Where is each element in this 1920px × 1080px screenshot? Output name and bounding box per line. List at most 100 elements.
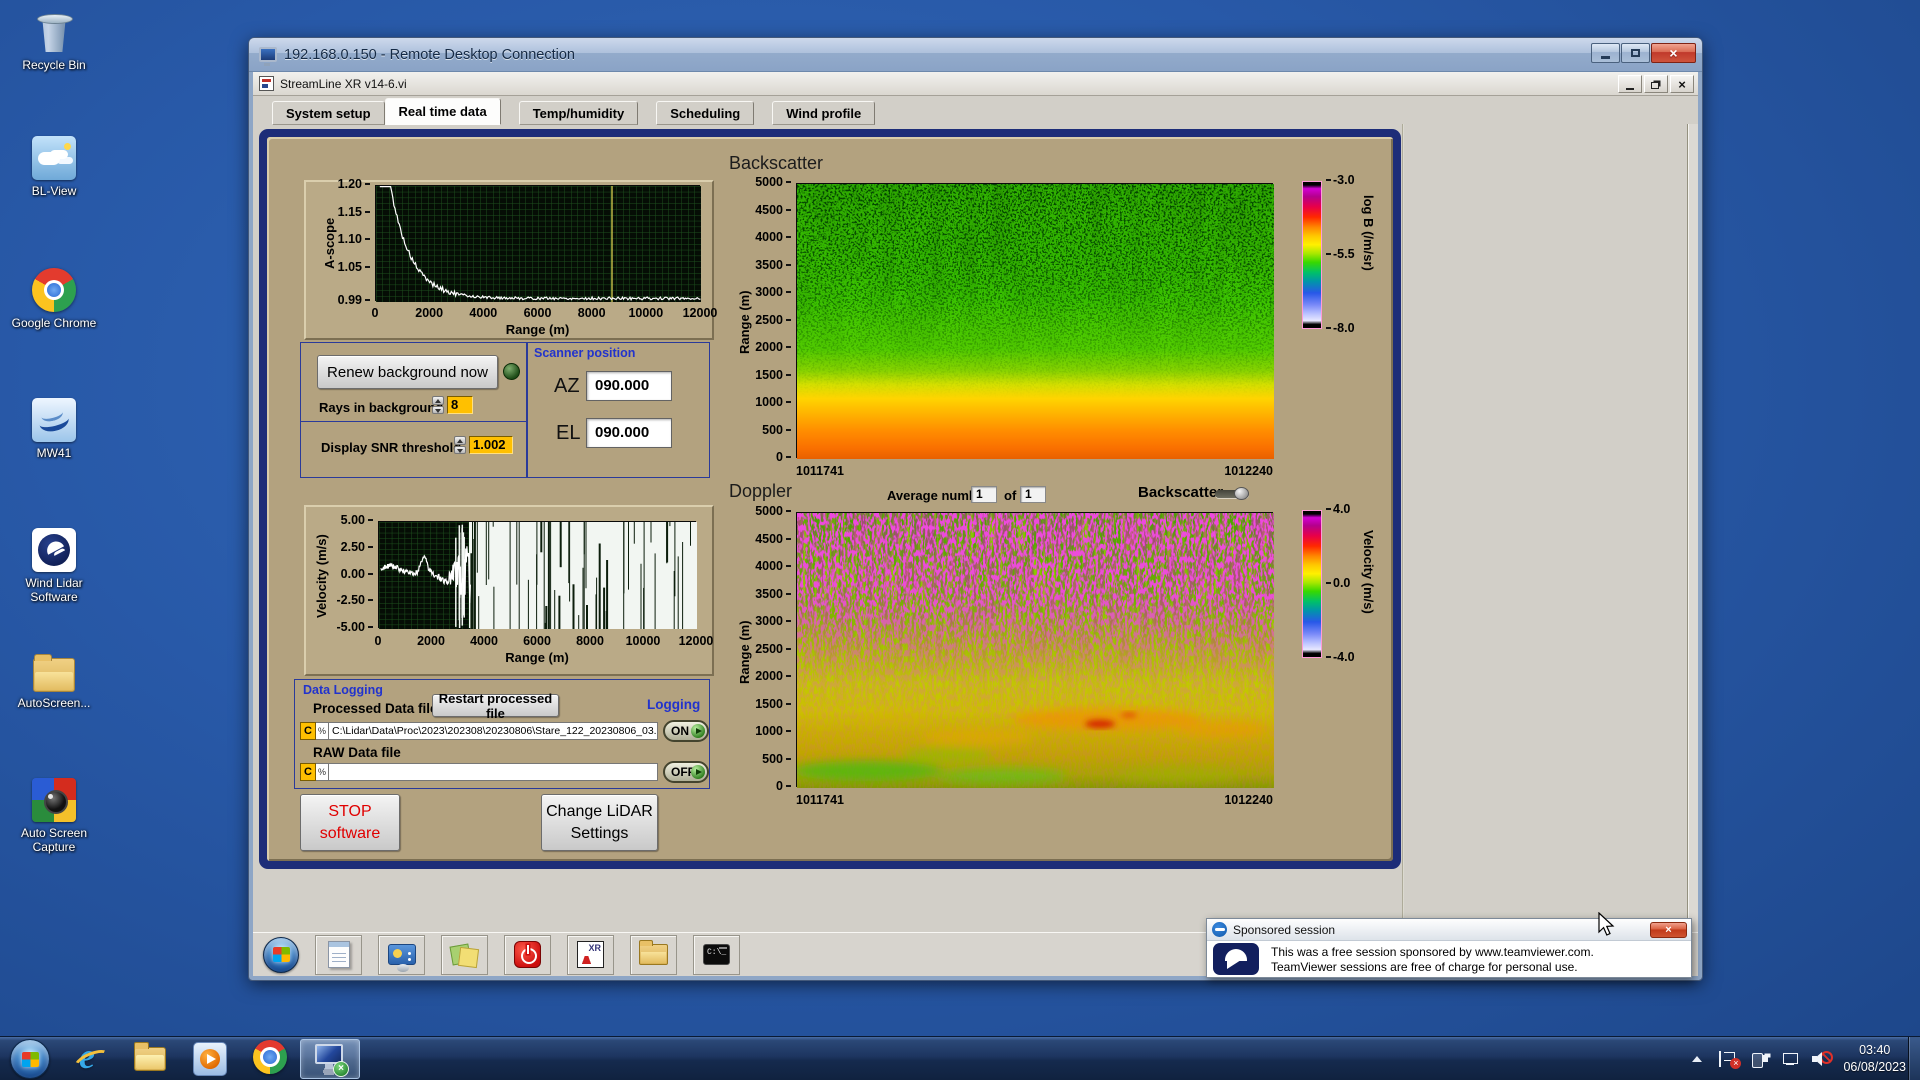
power-plug-icon[interactable]	[1750, 1050, 1769, 1068]
tab-temp-humidity[interactable]: Temp/humidity	[518, 101, 639, 125]
media-player-icon	[193, 1042, 227, 1076]
folder-button[interactable]	[630, 934, 677, 975]
desktop-icon-recycle-bin[interactable]: Recycle Bin	[6, 10, 102, 72]
sticky-notes-icon	[451, 941, 479, 969]
vi-restore-button[interactable]	[1644, 75, 1668, 93]
snr-spinner[interactable]	[454, 436, 466, 454]
axis-tick-label: 6000	[523, 306, 552, 320]
doppler-y-axis-label: Range (m)	[737, 620, 752, 684]
backscatter-title: Backscatter	[729, 153, 824, 173]
volume-muted-icon[interactable]	[1812, 1050, 1834, 1068]
teamviewer-message: This was a free session sponsored by www…	[1271, 945, 1594, 974]
teamviewer-close-button[interactable]: ×	[1650, 922, 1687, 938]
notepad-button[interactable]	[315, 934, 362, 975]
rdp-app-icon	[259, 47, 277, 66]
axis-tick-label: 6000	[523, 634, 551, 648]
az-value-field[interactable]: 090.000	[586, 371, 672, 401]
velocity-x-ticks: 0 2000 4000 6000 8000 10000 12000	[375, 634, 714, 649]
taskbar-clock[interactable]: 03:40 06/08/2023	[1843, 1042, 1906, 1076]
raw-path-field[interactable]	[329, 763, 658, 781]
show-desktop-button[interactable]	[1908, 1037, 1920, 1080]
tab-scheduling[interactable]: Scheduling	[656, 101, 755, 125]
desktop-icon-label: MW41	[36, 446, 72, 460]
doppler-time-end: 1012240	[1224, 793, 1273, 807]
vi-window-title: StreamLine XR v14-6.vi	[280, 76, 407, 91]
axis-tick-label: 12000	[682, 306, 718, 320]
hidden-icons-arrow-icon[interactable]	[1688, 1050, 1706, 1068]
axis-tick-label: 4000	[755, 230, 791, 244]
taskbar-item-chrome[interactable]	[240, 1039, 300, 1079]
taskbar-item-media-player[interactable]	[180, 1039, 240, 1079]
vi-minimize-button[interactable]	[1618, 75, 1642, 93]
action-center-flag-icon[interactable]	[1719, 1051, 1742, 1069]
display-settings-button[interactable]	[378, 934, 425, 975]
rdp-close-button[interactable]: ×	[1651, 43, 1696, 63]
desktop-icon-wind-lidar-software[interactable]: Wind Lidar Software	[6, 528, 102, 604]
raw-logging-off-toggle[interactable]: OFF	[663, 761, 709, 783]
command-prompt-button[interactable]	[693, 934, 740, 975]
display-settings-icon	[387, 944, 416, 972]
start-orb-icon[interactable]	[10, 1039, 50, 1079]
path-type-icon[interactable]: %	[316, 763, 329, 781]
drive-letter-box[interactable]: C	[300, 722, 316, 740]
backscatter-colorbar-label: log B (/m/sr)	[1361, 195, 1376, 271]
rays-value-field[interactable]: 8	[447, 396, 473, 414]
restart-processed-file-button[interactable]: Restart processed file	[432, 691, 559, 721]
background-controls-box: Renew background now Rays in background …	[300, 342, 528, 478]
doppler-time-start: 1011741	[796, 793, 844, 807]
stop-software-button[interactable]: STOP software	[300, 794, 400, 851]
average-of-field[interactable]: 1	[1020, 486, 1046, 503]
vi-close-button[interactable]: ×	[1670, 75, 1694, 93]
desktop-icon-bl-view[interactable]: BL-View	[6, 136, 102, 198]
backscatter-toggle[interactable]	[1215, 487, 1249, 500]
wind-lidar-icon	[32, 528, 76, 572]
path-type-icon[interactable]: %	[316, 722, 329, 740]
rays-spinner[interactable]	[432, 396, 444, 414]
vertical-scrollbar[interactable]	[1687, 124, 1698, 932]
background-led-indicator	[503, 363, 520, 380]
el-value-field[interactable]: 090.000	[586, 418, 672, 448]
processed-path-field[interactable]: C:\Lidar\Data\Proc\2023\202308\20230806\…	[329, 722, 658, 740]
average-number-field[interactable]: 1	[971, 486, 997, 503]
start-orb-icon[interactable]	[263, 936, 299, 973]
taskbar-item-remote-desktop[interactable]: ×	[300, 1039, 360, 1079]
main-panel: A-scope 1.20 1.15 1.10 1.05 0.99 0 2000 …	[267, 137, 1393, 861]
rdp-minimize-button[interactable]	[1591, 43, 1620, 63]
axis-tick-label: 5.00	[341, 513, 373, 527]
vi-titlebar[interactable]: StreamLine XR v14-6.vi ×	[253, 72, 1698, 96]
drive-letter-box[interactable]: C	[300, 763, 316, 781]
desktop-icon-google-chrome[interactable]: Google Chrome	[6, 268, 102, 330]
scanner-position-title: Scanner position	[534, 346, 636, 360]
power-off-button[interactable]	[504, 934, 551, 975]
tab-real-time-data[interactable]: Real time data	[384, 98, 501, 125]
axis-tick-label: 1.10	[338, 232, 370, 246]
snr-value-field[interactable]: 1.002	[469, 436, 513, 454]
taskbar-item-file-explorer[interactable]	[120, 1039, 180, 1079]
desktop-icon-autoscreen[interactable]: AutoScreen...	[6, 652, 102, 710]
processed-logging-on-toggle[interactable]: ON	[663, 720, 709, 742]
renew-background-button[interactable]: Renew background now	[317, 355, 498, 389]
axis-tick-label: 2000	[417, 634, 445, 648]
tab-system-setup[interactable]: System setup	[272, 101, 385, 125]
change-lidar-settings-button[interactable]: Change LiDAR Settings	[541, 794, 658, 851]
doppler-heatmap	[792, 512, 1274, 788]
backscatter-toggle-label: Backscatter	[1138, 484, 1224, 501]
desktop-icon-label: BL-View	[31, 184, 77, 198]
network-icon[interactable]	[1781, 1050, 1799, 1068]
sticky-notes-button[interactable]	[441, 934, 488, 975]
axis-tick-label: 3000	[755, 285, 791, 299]
desktop-icon-auto-screen-capture[interactable]: Auto Screen Capture	[6, 778, 102, 854]
axis-tick-label: 0	[776, 779, 791, 793]
labview-xr-button[interactable]	[567, 934, 614, 975]
tab-wind-profile[interactable]: Wind profile	[772, 101, 876, 125]
rdp-titlebar[interactable]: 192.168.0.150 - Remote Desktop Connectio…	[249, 38, 1702, 72]
taskbar-item-internet-explorer[interactable]	[60, 1035, 120, 1079]
notepad-icon	[327, 941, 350, 968]
raw-path-control[interactable]: C %	[300, 763, 658, 781]
axis-tick-label: 0.00	[341, 567, 373, 581]
processed-path-control[interactable]: C % C:\Lidar\Data\Proc\2023\202308\20230…	[300, 722, 658, 740]
labview-xr-icon	[577, 941, 604, 968]
desktop-icon-mw41[interactable]: MW41	[6, 398, 102, 460]
rdp-restore-button[interactable]	[1621, 43, 1650, 63]
axis-tick-label: 4500	[755, 532, 791, 546]
